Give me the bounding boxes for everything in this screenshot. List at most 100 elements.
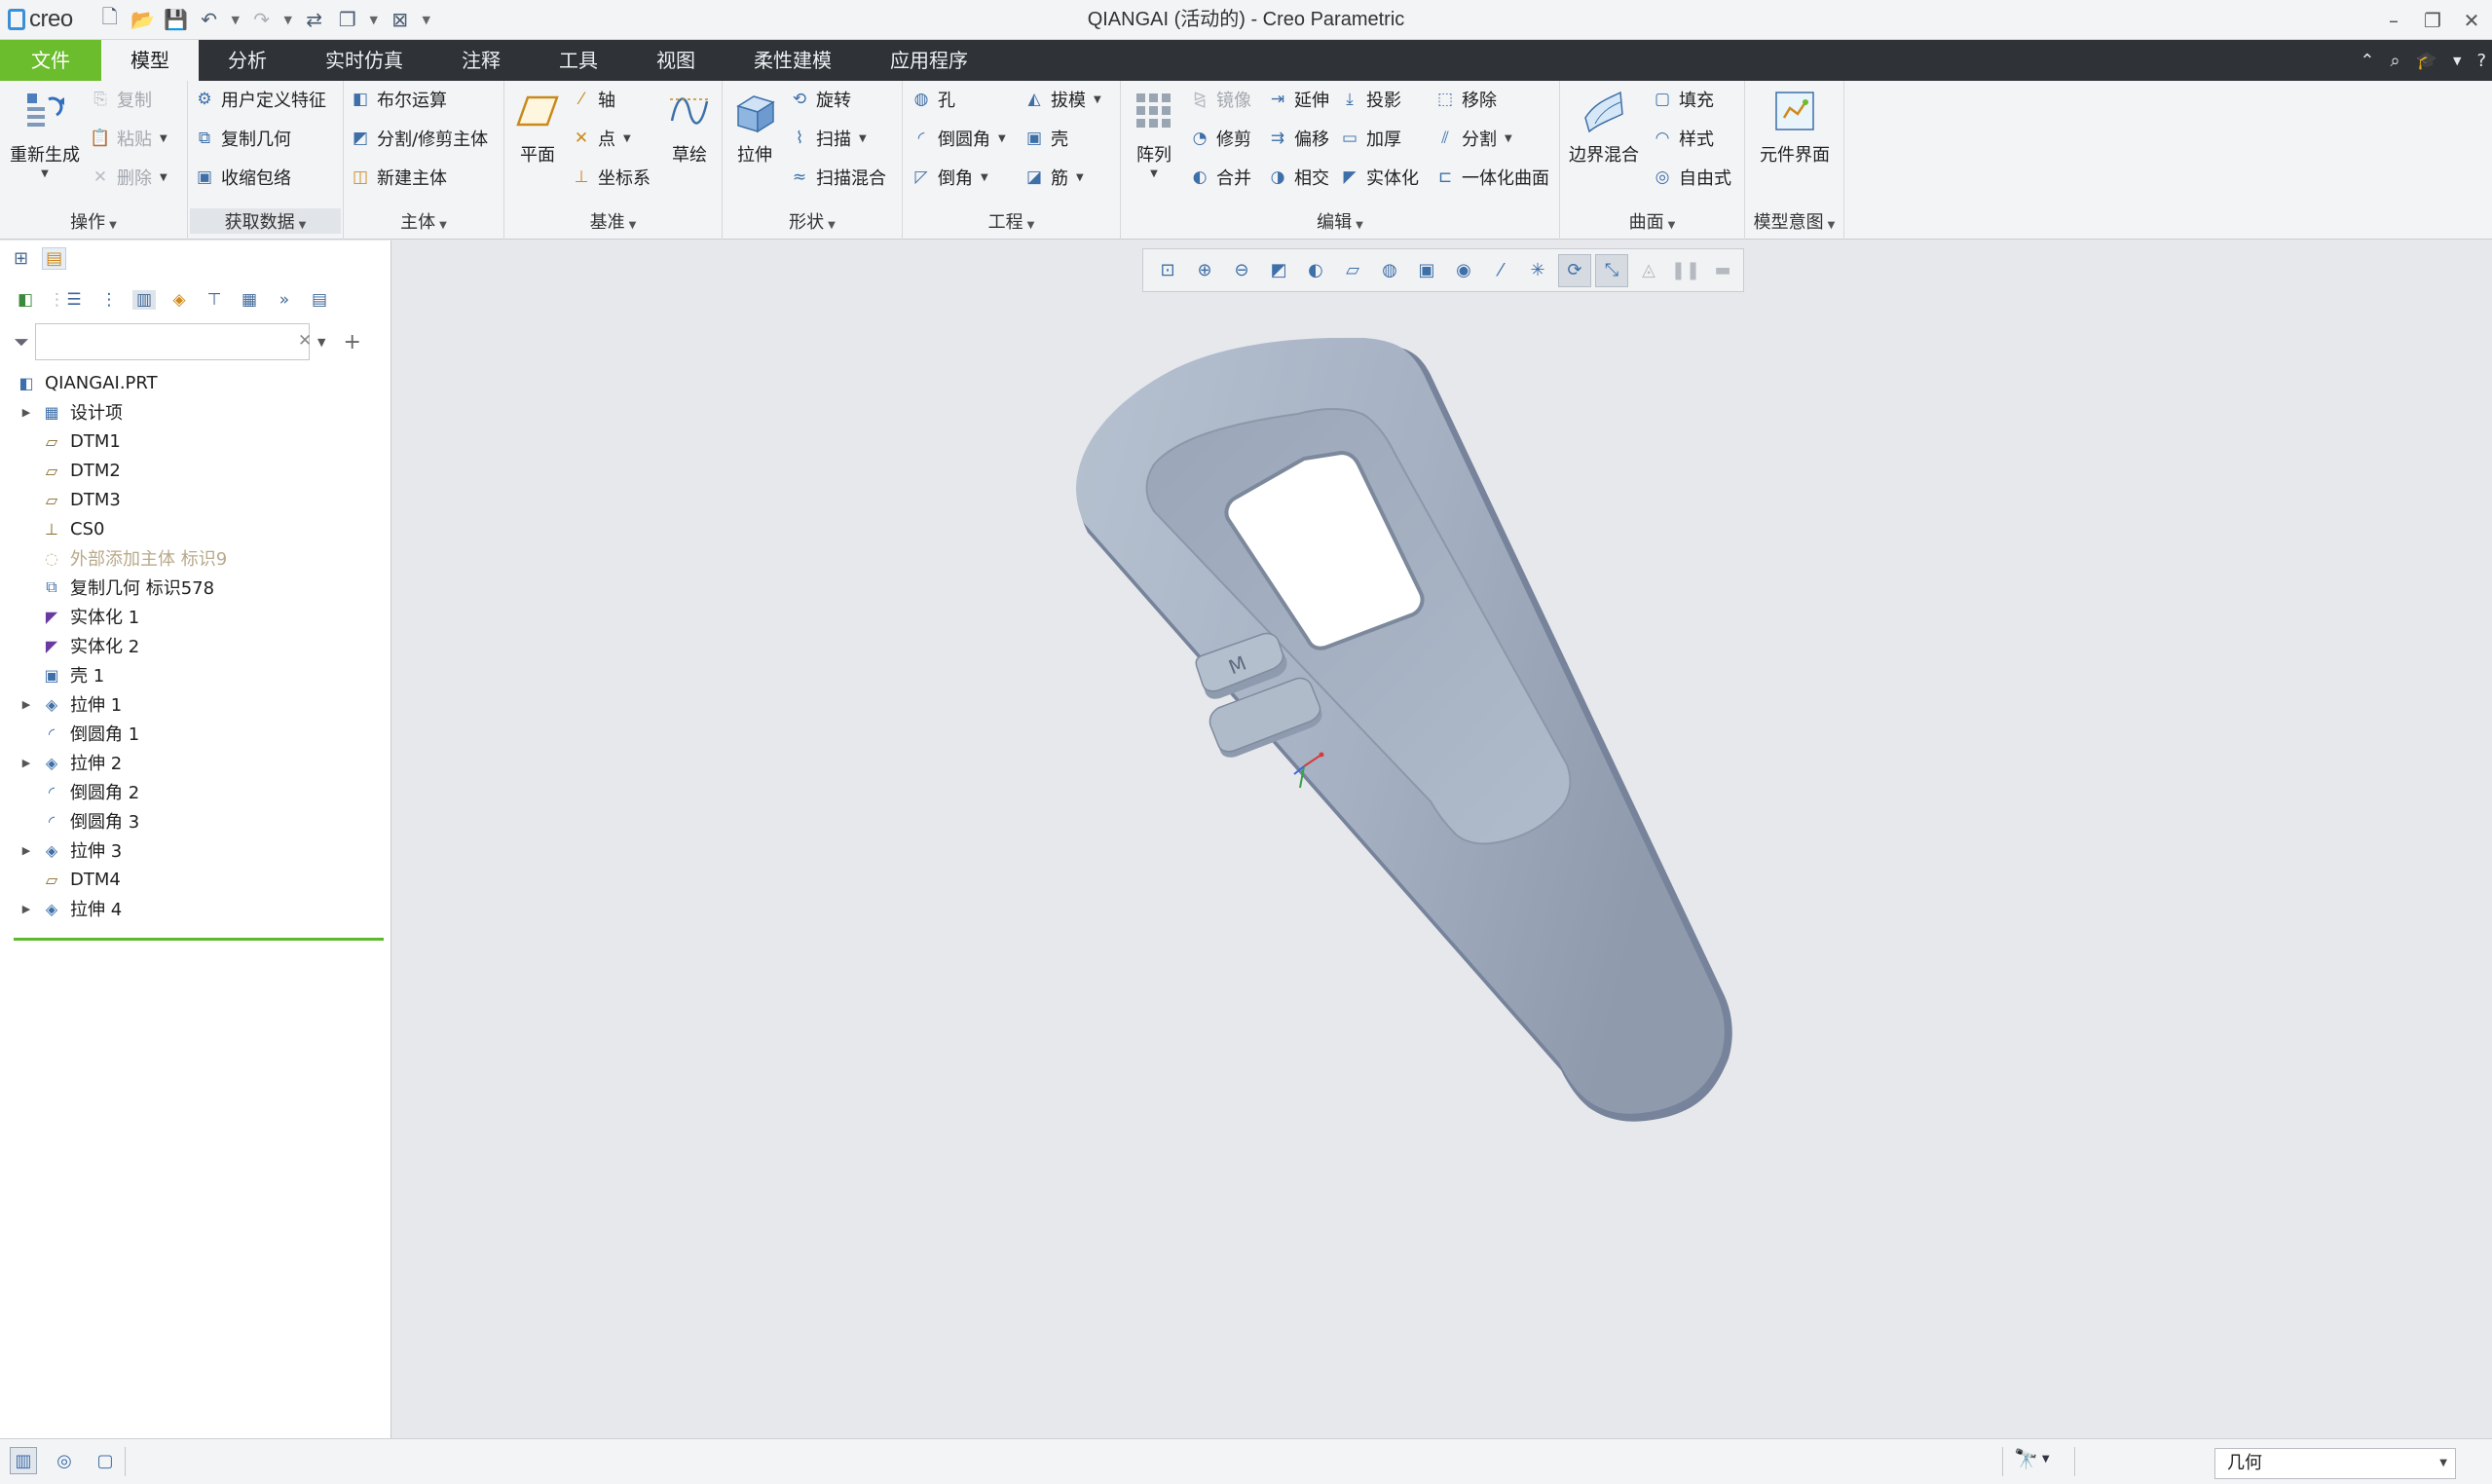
help-icon[interactable]: ? xyxy=(2476,51,2486,71)
rib-button[interactable]: ◪ 筋 ▼ xyxy=(1023,163,1084,192)
split-button[interactable]: ⫽ 分割 ▼ xyxy=(1434,124,1512,153)
regenerate-button[interactable]: 重新生成 ▼ xyxy=(8,87,82,179)
regenerate-dropdown-icon[interactable]: ▼ xyxy=(8,168,82,179)
boolean-button[interactable]: ◧ 布尔运算 xyxy=(350,85,447,114)
annotation-display-icon[interactable]: ✳ xyxy=(1521,254,1554,287)
tree-item[interactable]: ▶◜倒圆角 2 xyxy=(0,777,391,806)
solidify-button[interactable]: ◤ 实体化 xyxy=(1339,163,1419,192)
spin-center-icon[interactable]: ⟳ xyxy=(1558,253,1591,287)
undo-icon[interactable]: ↶ xyxy=(196,6,223,33)
expand-arrow-icon[interactable]: ▶ xyxy=(19,903,33,915)
group-model-intent-label[interactable]: 模型意图 ▼ xyxy=(1745,208,1843,234)
tree-search-input[interactable] xyxy=(35,323,310,360)
group-datum-label[interactable]: 基准 ▼ xyxy=(504,208,722,234)
sweep-dropdown-icon[interactable]: ▼ xyxy=(859,133,867,144)
redo-dropdown-icon[interactable]: ▼ xyxy=(281,14,295,26)
tree-item[interactable]: ▶ ◈ 拉伸 4 xyxy=(0,894,391,923)
boundary-blend-button[interactable]: 边界混合 xyxy=(1564,87,1644,167)
close-icon[interactable]: ✕ xyxy=(2461,9,2482,32)
tree-item[interactable]: ▶◜倒圆角 3 xyxy=(0,806,391,835)
rib-dropdown-icon[interactable]: ▼ xyxy=(1076,172,1084,183)
round-button[interactable]: ◜ 倒圆角 ▼ xyxy=(911,124,1006,153)
insert-here-marker[interactable] xyxy=(14,938,384,941)
windows-icon[interactable]: ❐ xyxy=(334,6,361,33)
selection-filter-dropdown[interactable]: 几何 ▼ xyxy=(2214,1448,2456,1479)
intersect-button[interactable]: ◑ 相交 xyxy=(1267,163,1329,192)
find-tool[interactable]: 🔭 ▼ xyxy=(2014,1447,2050,1470)
zoom-out-icon[interactable]: ⊖ xyxy=(1225,254,1258,287)
body-display-icon[interactable]: ◧ xyxy=(14,290,37,310)
expand-arrow-icon[interactable]: ▶ xyxy=(19,406,33,419)
expand-arrow-icon[interactable]: ▶ xyxy=(19,844,33,857)
tab-model[interactable]: 模型 xyxy=(101,40,199,81)
new-file-icon[interactable]: 🗋 xyxy=(96,5,124,33)
tree-item[interactable]: ▶▣壳 1 xyxy=(0,660,391,689)
full-screen-icon[interactable]: ▢ xyxy=(92,1447,119,1474)
more-tools-icon[interactable]: » xyxy=(273,290,296,310)
copy-button[interactable]: ⎘ 复制 xyxy=(90,85,152,114)
tree-item[interactable]: ▶◌外部添加主体 标识9 xyxy=(0,543,391,573)
section-icon[interactable]: ◉ xyxy=(1447,254,1480,287)
shell-button[interactable]: ▣ 壳 xyxy=(1023,124,1068,153)
saved-orientations-icon[interactable]: ▱ xyxy=(1336,254,1369,287)
minimize-ribbon-icon[interactable]: ⌃ xyxy=(2360,51,2374,71)
style-button[interactable]: ◠ 样式 xyxy=(1652,124,1714,153)
unify-surface-button[interactable]: ⊏ 一体化曲面 xyxy=(1434,163,1549,192)
sweep-button[interactable]: ⌇ 扫描 ▼ xyxy=(789,124,867,153)
open-file-icon[interactable]: 📂 xyxy=(130,6,157,33)
close-window-icon[interactable]: ⊠ xyxy=(387,6,414,33)
point-button[interactable]: ✕ 点 ▼ xyxy=(571,124,631,153)
tree-item[interactable]: ▶▱DTM1 xyxy=(0,427,391,456)
group-operations-label[interactable]: 操作 ▼ xyxy=(0,208,187,234)
folder-browser-tab-icon[interactable]: ▤ xyxy=(42,246,67,270)
stop-regen-icon[interactable]: ▬ xyxy=(1706,254,1739,287)
tab-tools[interactable]: 工具 xyxy=(530,40,627,81)
shrinkwrap-button[interactable]: ▣ 收缩包络 xyxy=(194,163,291,192)
layer-icon[interactable]: ◈ xyxy=(167,290,191,310)
tree-item[interactable]: ▶ ◈ 拉伸 3 xyxy=(0,835,391,865)
search-options-dropdown-icon[interactable]: ▼ xyxy=(317,336,325,349)
udf-button[interactable]: ⚙ 用户定义特征 xyxy=(194,85,326,114)
show-details-icon[interactable]: ▤ xyxy=(308,290,331,310)
merge-button[interactable]: ◐ 合并 xyxy=(1189,163,1251,192)
paste-button[interactable]: 📋 粘贴 ▼ xyxy=(90,124,167,153)
help-dropdown-icon[interactable]: ▼ xyxy=(2453,55,2461,67)
swept-blend-button[interactable]: ≈ 扫描混合 xyxy=(789,163,886,192)
tree-columns-icon[interactable]: ▥ xyxy=(132,290,156,310)
pattern-button[interactable]: 阵列 ▼ xyxy=(1125,87,1183,179)
tab-applications[interactable]: 应用程序 xyxy=(861,40,997,81)
tree-item[interactable]: ▶⧉复制几何 标识578 xyxy=(0,573,391,602)
project-button[interactable]: ⤓ 投影 xyxy=(1339,85,1401,114)
tree-indent-icon[interactable]: ⋮ xyxy=(97,290,121,310)
draft-button[interactable]: ◭ 拔模 ▼ xyxy=(1023,85,1101,114)
regenerate-quick-icon[interactable]: ⇄ xyxy=(301,6,328,33)
delete-dropdown-icon[interactable]: ▼ xyxy=(160,172,167,183)
repaint-icon[interactable]: ◩ xyxy=(1262,254,1295,287)
hole-button[interactable]: ◍ 孔 xyxy=(911,85,955,114)
tree-item[interactable]: ▶▱DTM3 xyxy=(0,485,391,514)
tree-item[interactable]: ▶◤实体化 2 xyxy=(0,631,391,660)
freestyle-button[interactable]: ◎ 自由式 xyxy=(1652,163,1731,192)
graphics-window[interactable]: ⊡ ⊕ ⊖ ◩ ◐ ▱ ◍ ▣ ◉ ⁄ ✳ ⟳ ⤡ ◬ ❚❚ ▬ M xyxy=(392,241,2492,1438)
save-icon[interactable]: 💾 xyxy=(163,6,190,33)
csys-button[interactable]: ⊥ 坐标系 xyxy=(571,163,651,192)
redo-icon[interactable]: ↷ xyxy=(248,6,276,33)
group-get-data-label[interactable]: 获取数据 ▼ xyxy=(190,208,341,234)
tree-item[interactable]: ▶◤实体化 1 xyxy=(0,602,391,631)
csys-display-icon[interactable]: ⤡ xyxy=(1595,253,1628,287)
group-engineering-label[interactable]: 工程 ▼ xyxy=(903,208,1120,234)
expand-arrow-icon[interactable]: ▶ xyxy=(19,757,33,769)
fill-button[interactable]: ▢ 填充 xyxy=(1652,85,1714,114)
tree-item[interactable]: ▶◜倒圆角 1 xyxy=(0,719,391,748)
expand-arrow-icon[interactable]: ▶ xyxy=(19,698,33,711)
tree-list-icon[interactable]: ☰ xyxy=(62,290,86,310)
display-style-icon[interactable]: ◐ xyxy=(1299,254,1332,287)
tab-view[interactable]: 视图 xyxy=(627,40,725,81)
group-editing-label[interactable]: 编辑 ▼ xyxy=(1121,208,1559,234)
add-filter-icon[interactable]: + xyxy=(343,330,360,354)
tree-item[interactable]: ▶▱DTM4 xyxy=(0,865,391,894)
copy-geometry-button[interactable]: ⧉ 复制几何 xyxy=(194,124,291,153)
tree-root-item[interactable]: ◧ QIANGAI.PRT xyxy=(0,368,391,397)
find-dropdown-icon[interactable]: ▼ xyxy=(2042,1454,2050,1465)
draft-dropdown-icon[interactable]: ▼ xyxy=(1094,94,1101,105)
